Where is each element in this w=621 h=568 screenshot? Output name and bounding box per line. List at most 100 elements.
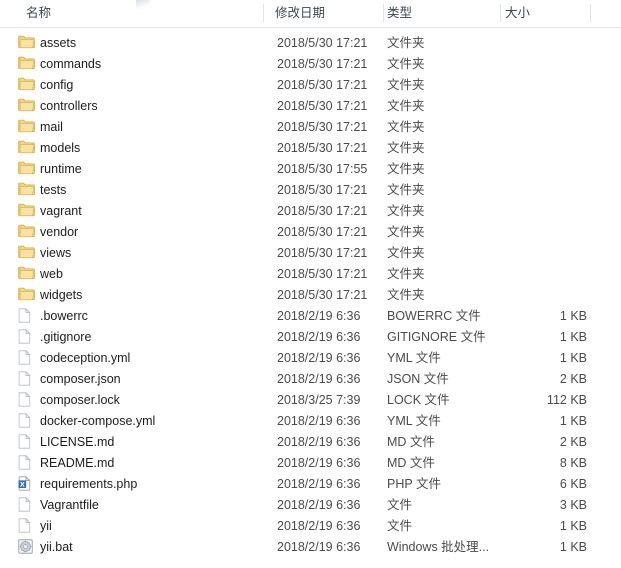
file-row[interactable]: yii 2018/2/19 6:36 文件 1 KB	[0, 516, 621, 537]
file-size-cell: 2 KB	[559, 372, 587, 386]
file-type-cell: 文件夹	[387, 120, 425, 134]
file-row[interactable]: .gitignore 2018/2/19 6:36 GITIGNORE 文件 1 KB	[0, 327, 621, 348]
file-row[interactable]: yii.bat 2018/2/19 6:36 Windows 批处理... 1 KB	[0, 537, 621, 558]
date-modified-cell: 2018/5/30 17:21	[277, 267, 368, 281]
file-type-cell: 文件夹	[387, 183, 425, 197]
date-modified-cell: 2018/2/19 6:36	[277, 309, 361, 323]
folder-icon	[18, 182, 36, 199]
file-row[interactable]: web 2018/5/30 17:21 文件夹	[0, 264, 621, 285]
file-type-cell: 文件夹	[387, 99, 425, 113]
folder-icon	[18, 245, 36, 262]
file-type-cell: LOCK 文件	[387, 393, 450, 407]
folder-icon	[18, 119, 36, 136]
file-row[interactable]: docker-compose.yml 2018/2/19 6:36 YML 文件 1 …	[0, 411, 621, 432]
folder-icon	[18, 140, 36, 157]
column-divider-type-size[interactable]	[500, 4, 501, 22]
date-modified-cell: 2018/3/25 7:39	[277, 393, 361, 407]
file-row[interactable]: commands 2018/5/30 17:21 文件夹	[0, 54, 621, 75]
column-header-date-modified[interactable]: 修改日期	[275, 0, 325, 26]
folder-icon	[18, 224, 36, 241]
column-divider-date-type[interactable]	[383, 4, 384, 22]
file-row[interactable]: Vagrantfile 2018/2/19 6:36 文件 3 KB	[0, 495, 621, 516]
file-row[interactable]: views 2018/5/30 17:21 文件夹	[0, 243, 621, 264]
date-modified-cell: 2018/2/19 6:36	[277, 477, 361, 491]
date-modified-cell: 2018/5/30 17:21	[277, 141, 368, 155]
file-row[interactable]: runtime 2018/5/30 17:55 文件夹	[0, 159, 621, 180]
file-type-cell: 文件夹	[387, 246, 425, 260]
file-row[interactable]: vagrant 2018/5/30 17:21 文件夹	[0, 201, 621, 222]
file-type-cell: BOWERRC 文件	[387, 309, 481, 323]
file-row[interactable]: composer.lock 2018/3/25 7:39 LOCK 文件 112 KB	[0, 390, 621, 411]
file-type-cell: Windows 批处理...	[387, 540, 490, 554]
file-row[interactable]: composer.json 2018/2/19 6:36 JSON 文件 2 KB	[0, 369, 621, 390]
file-row[interactable]: config 2018/5/30 17:21 文件夹	[0, 75, 621, 96]
column-divider-name-date[interactable]	[263, 4, 264, 22]
date-modified-cell: 2018/5/30 17:21	[277, 225, 368, 239]
file-name-cell: .gitignore	[40, 330, 92, 344]
file-row[interactable]: README.md 2018/2/19 6:36 MD 文件 8 KB	[0, 453, 621, 474]
column-divider-size-end[interactable]	[590, 4, 591, 22]
file-size-cell: 8 KB	[559, 456, 587, 470]
file-name-cell: requirements.php	[40, 477, 138, 491]
batch-file-icon	[18, 539, 36, 556]
file-name-cell: README.md	[40, 456, 115, 470]
column-header-type[interactable]: 类型	[387, 0, 412, 26]
date-modified-cell: 2018/5/30 17:55	[277, 162, 368, 176]
date-modified-cell: 2018/5/30 17:21	[277, 288, 368, 302]
file-row[interactable]: requirements.php 2018/2/19 6:36 PHP 文件 6 KB	[0, 474, 621, 495]
date-modified-cell: 2018/2/19 6:36	[277, 351, 361, 365]
file-row[interactable]: codeception.yml 2018/2/19 6:36 YML 文件 1 KB	[0, 348, 621, 369]
date-modified-cell: 2018/2/19 6:36	[277, 330, 361, 344]
file-name-cell: widgets	[40, 288, 83, 302]
column-header-bar: 名称 修改日期 类型 大小	[0, 0, 621, 28]
date-modified-cell: 2018/5/30 17:21	[277, 204, 368, 218]
file-name-cell: Vagrantfile	[40, 498, 99, 512]
file-type-cell: 文件夹	[387, 204, 425, 218]
file-type-cell: 文件夹	[387, 267, 425, 281]
file-name-cell: .bowerrc	[40, 309, 88, 323]
file-name-cell: assets	[40, 36, 77, 50]
file-name-cell: vagrant	[40, 204, 82, 218]
file-row[interactable]: .bowerrc 2018/2/19 6:36 BOWERRC 文件 1 KB	[0, 306, 621, 327]
file-type-cell: MD 文件	[387, 456, 435, 470]
date-modified-cell: 2018/2/19 6:36	[277, 519, 361, 533]
document-icon	[18, 392, 36, 409]
file-name-cell: yii	[40, 519, 52, 533]
folder-icon	[18, 98, 36, 115]
file-row[interactable]: models 2018/5/30 17:21 文件夹	[0, 138, 621, 159]
file-row[interactable]: tests 2018/5/30 17:21 文件夹	[0, 180, 621, 201]
document-icon	[18, 413, 36, 430]
file-name-cell: views	[40, 246, 72, 260]
date-modified-cell: 2018/5/30 17:21	[277, 120, 368, 134]
date-modified-cell: 2018/2/19 6:36	[277, 498, 361, 512]
file-row[interactable]: controllers 2018/5/30 17:21 文件夹	[0, 96, 621, 117]
column-header-name[interactable]: 名称	[26, 0, 51, 26]
file-row[interactable]: widgets 2018/5/30 17:21 文件夹	[0, 285, 621, 306]
file-row[interactable]: mail 2018/5/30 17:21 文件夹	[0, 117, 621, 138]
file-size-cell: 1 KB	[559, 351, 587, 365]
file-name-cell: commands	[40, 57, 102, 71]
document-icon	[18, 455, 36, 472]
folder-icon	[18, 161, 36, 178]
file-name-cell: tests	[40, 183, 67, 197]
file-row[interactable]: assets 2018/5/30 17:21 文件夹	[0, 33, 621, 54]
file-size-cell: 6 KB	[559, 477, 587, 491]
file-name-cell: web	[40, 267, 63, 281]
file-size-cell: 2 KB	[559, 435, 587, 449]
file-row[interactable]: LICENSE.md 2018/2/19 6:36 MD 文件 2 KB	[0, 432, 621, 453]
file-row[interactable]: vendor 2018/5/30 17:21 文件夹	[0, 222, 621, 243]
file-name-cell: codeception.yml	[40, 351, 131, 365]
file-type-cell: GITIGNORE 文件	[387, 330, 486, 344]
file-type-cell: 文件夹	[387, 288, 425, 302]
file-name-cell: vendor	[40, 225, 79, 239]
column-header-size[interactable]: 大小	[505, 0, 530, 26]
file-name-cell: yii.bat	[40, 540, 73, 554]
file-type-cell: JSON 文件	[387, 372, 449, 386]
file-type-cell: 文件夹	[387, 78, 425, 92]
folder-icon	[18, 203, 36, 220]
folder-icon	[18, 35, 36, 52]
file-name-cell: controllers	[40, 99, 98, 113]
file-type-cell: 文件	[387, 519, 413, 533]
date-modified-cell: 2018/5/30 17:21	[277, 99, 368, 113]
file-size-cell: 1 KB	[559, 540, 587, 554]
